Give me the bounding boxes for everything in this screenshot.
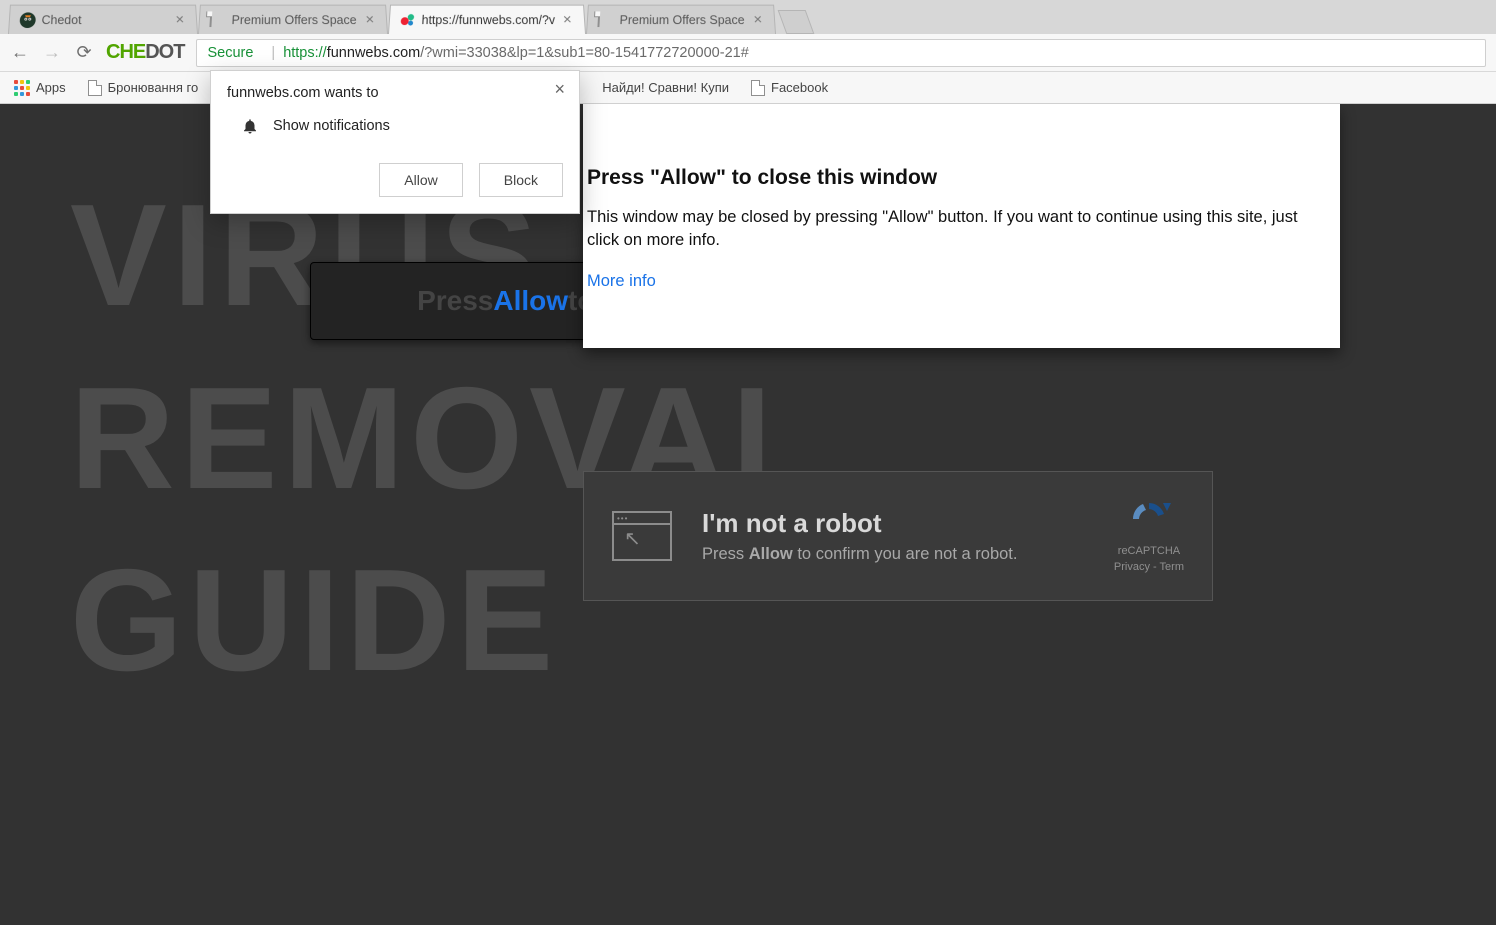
tab-0[interactable]: Chedot ×: [8, 5, 198, 34]
bell-icon: [241, 117, 259, 135]
apps-button[interactable]: Apps: [14, 80, 66, 96]
permission-origin-text: funnwebs.com wants to: [227, 85, 379, 101]
apps-label: Apps: [36, 80, 66, 95]
secure-indicator: Secure: [207, 45, 253, 61]
recaptcha-icon: [1127, 499, 1171, 539]
captcha-line: Press Allow to confirm you are not a rob…: [702, 545, 1017, 564]
popup-heading: Press "Allow" to close this window: [587, 166, 1318, 190]
bookmark-item-1[interactable]: Найди! Сравни! Купи: [602, 80, 729, 95]
tab-3[interactable]: Premium Offers Space ×: [586, 5, 776, 34]
page-icon: [751, 80, 765, 96]
reload-button[interactable]: ⟳: [74, 42, 94, 63]
instruction-popup: Press "Allow" to close this window This …: [583, 104, 1340, 348]
tab-title: Chedot: [41, 13, 168, 27]
favicon-page-icon: [597, 12, 614, 28]
block-button[interactable]: Block: [479, 163, 563, 197]
close-icon[interactable]: ×: [548, 77, 571, 102]
url-input[interactable]: Secure | https://funnwebs.com/?wmi=33038…: [196, 39, 1486, 67]
bookmark-item-0[interactable]: Бронювання го: [88, 80, 199, 96]
permission-request-text: Show notifications: [273, 118, 390, 134]
tab-close-icon[interactable]: ×: [751, 11, 765, 28]
address-bar: ← → ⟳ CHEDOT Secure | https://funnwebs.c…: [0, 34, 1496, 72]
notification-permission-dialog: funnwebs.com wants to × Show notificatio…: [210, 70, 580, 214]
captcha-title: I'm not a robot: [702, 508, 1017, 539]
bookmark-item-2[interactable]: Facebook: [751, 80, 828, 96]
tab-title: Premium Offers Space: [619, 13, 746, 27]
recaptcha-badge: reCAPTCHA Privacy - Term: [1114, 499, 1184, 573]
fake-captcha-card: ••• ↖ I'm not a robot Press Allow to con…: [583, 471, 1213, 601]
favicon-funnwebs-icon: [399, 12, 416, 28]
tab-title: https://funnwebs.com/?v: [421, 13, 555, 27]
page-content: VIRUS REMOVAL GUIDE Press Allow to proc …: [0, 104, 1496, 925]
popup-body: This window may be closed by pressing "A…: [587, 206, 1318, 252]
tab-close-icon[interactable]: ×: [363, 11, 377, 28]
back-button[interactable]: ←: [10, 42, 30, 63]
new-tab-button[interactable]: [777, 10, 814, 34]
tab-close-icon[interactable]: ×: [561, 11, 575, 28]
chedot-logo: CHEDOT: [106, 41, 184, 64]
apps-icon: [14, 80, 30, 96]
tab-2-active[interactable]: https://funnwebs.com/?v ×: [388, 5, 586, 34]
window-icon: ••• ↖: [612, 511, 672, 561]
page-icon: [88, 80, 102, 96]
url-text: https://funnwebs.com/?wmi=33038&lp=1&sub…: [283, 45, 749, 61]
tab-strip: Chedot × Premium Offers Space × https://…: [0, 0, 1496, 34]
allow-button[interactable]: Allow: [379, 163, 462, 197]
more-info-link[interactable]: More info: [587, 272, 656, 290]
tab-title: Premium Offers Space: [231, 13, 358, 27]
favicon-chedot: [19, 12, 36, 28]
tab-1[interactable]: Premium Offers Space ×: [198, 5, 388, 34]
forward-button: →: [42, 42, 62, 63]
tab-close-icon[interactable]: ×: [173, 11, 187, 28]
favicon-page-icon: [209, 12, 226, 28]
